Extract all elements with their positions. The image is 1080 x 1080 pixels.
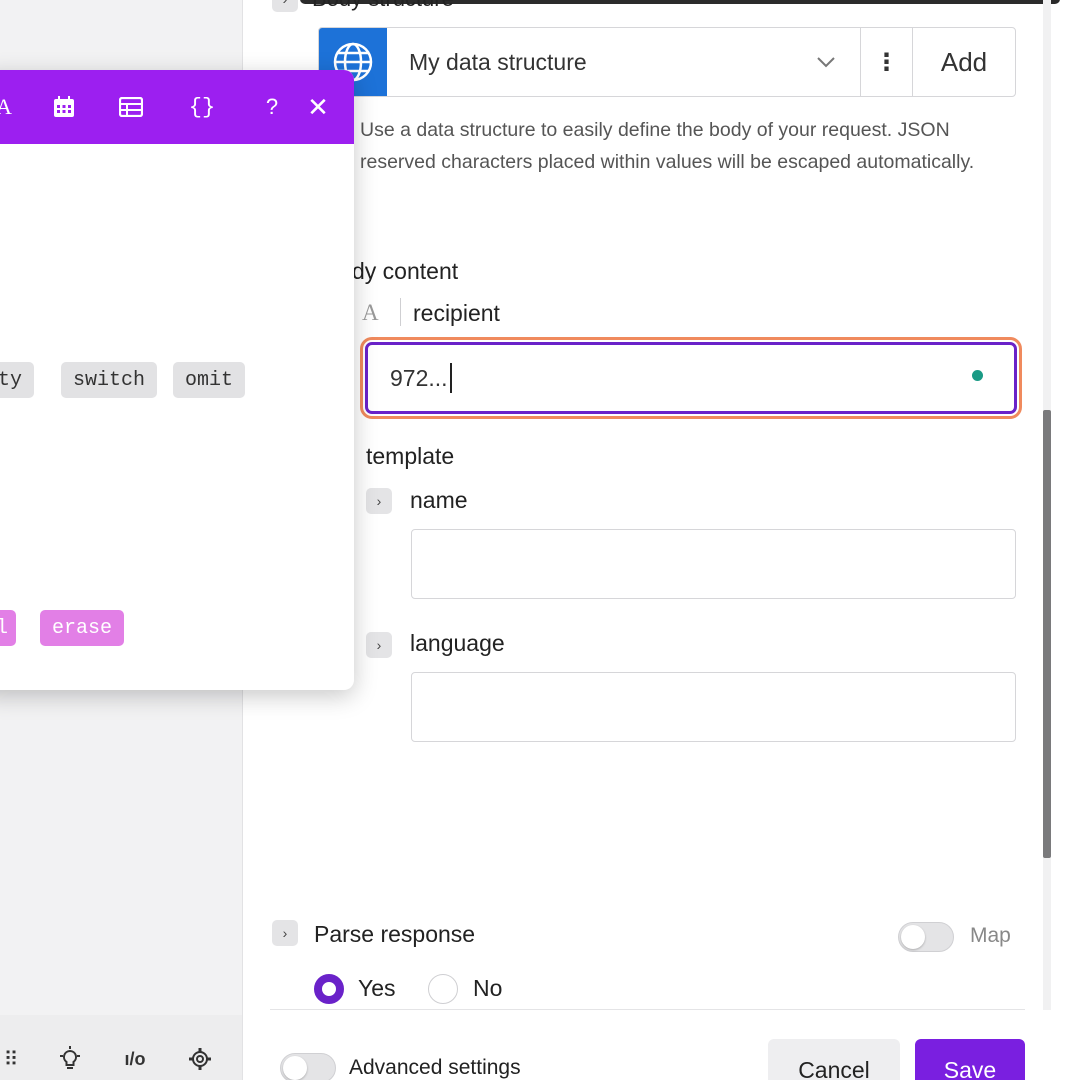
text-type-icon: A: [362, 300, 379, 325]
advanced-settings-label: Advanced settings: [349, 1056, 521, 1079]
mapping-popup-toolbar: A {} ? ✕: [0, 70, 354, 144]
close-icon[interactable]: ✕: [306, 92, 330, 122]
text-caret: [449, 363, 452, 393]
recipient-input[interactable]: 972...: [365, 342, 1017, 414]
footer-divider: [270, 1009, 1025, 1010]
data-structure-help-text: Use a data structure to easily define th…: [360, 119, 975, 173]
scrollbar-thumb[interactable]: [1043, 410, 1051, 858]
table-icon[interactable]: [118, 92, 144, 122]
mapping-popup: A {} ? ✕ pty switch omit ll erase: [0, 70, 354, 690]
language-label: language: [410, 630, 505, 656]
function-chip[interactable]: omit: [173, 362, 246, 398]
chevron-down-icon: [816, 52, 836, 73]
name-input[interactable]: [411, 529, 1016, 599]
body-content-label: dy content: [352, 258, 459, 284]
more-options-icon[interactable]: ⋮: [861, 28, 913, 96]
keyword-chip[interactable]: ll: [0, 610, 17, 646]
io-icon[interactable]: ı/o: [120, 1044, 150, 1074]
function-chip[interactable]: pty: [0, 362, 35, 398]
braces-icon[interactable]: {}: [185, 92, 219, 122]
radio-no-label: No: [473, 975, 503, 1001]
status-dot-icon: [972, 370, 983, 381]
gear-icon[interactable]: [185, 1044, 215, 1074]
help-icon[interactable]: ?: [262, 92, 282, 122]
name-label: name: [410, 487, 468, 513]
recipient-label: recipient: [413, 300, 500, 326]
body-structure-header[interactable]: › Body structure: [272, 0, 454, 12]
body-structure-label: Body structure: [312, 0, 454, 12]
chevron-right-icon[interactable]: ›: [272, 0, 298, 12]
advanced-settings-toggle[interactable]: [280, 1053, 336, 1080]
expand-name-chevron-icon[interactable]: ›: [366, 488, 392, 514]
data-structure-dropdown[interactable]: My data structure: [387, 28, 861, 96]
data-structure-value: My data structure: [409, 48, 587, 75]
cancel-button[interactable]: Cancel: [768, 1039, 900, 1080]
expand-language-chevron-icon[interactable]: ›: [366, 632, 392, 658]
parse-response-label: Parse response: [314, 921, 476, 947]
function-chip[interactable]: switch: [61, 362, 158, 398]
map-toggle[interactable]: [898, 922, 954, 952]
radio-yes[interactable]: [314, 974, 344, 1004]
data-structure-selector: My data structure ⋮ Add: [318, 27, 1016, 97]
map-label: Map: [970, 924, 1011, 947]
language-input[interactable]: [411, 672, 1016, 742]
radio-no[interactable]: [428, 974, 458, 1004]
grid-dots-icon[interactable]: ⠿: [0, 1044, 26, 1074]
save-button[interactable]: Save: [915, 1039, 1025, 1080]
calendar-icon[interactable]: [52, 92, 76, 122]
template-label: template: [366, 443, 455, 469]
radio-yes-label: Yes: [358, 975, 396, 1001]
lightbulb-icon[interactable]: [55, 1044, 85, 1074]
recipient-value: 972...: [390, 364, 448, 391]
parse-response-chevron-icon[interactable]: ›: [272, 920, 298, 946]
keyword-chip[interactable]: erase: [40, 610, 125, 646]
divider: [400, 298, 401, 326]
text-icon[interactable]: A: [0, 92, 14, 122]
add-data-structure-button[interactable]: Add: [913, 28, 1015, 96]
